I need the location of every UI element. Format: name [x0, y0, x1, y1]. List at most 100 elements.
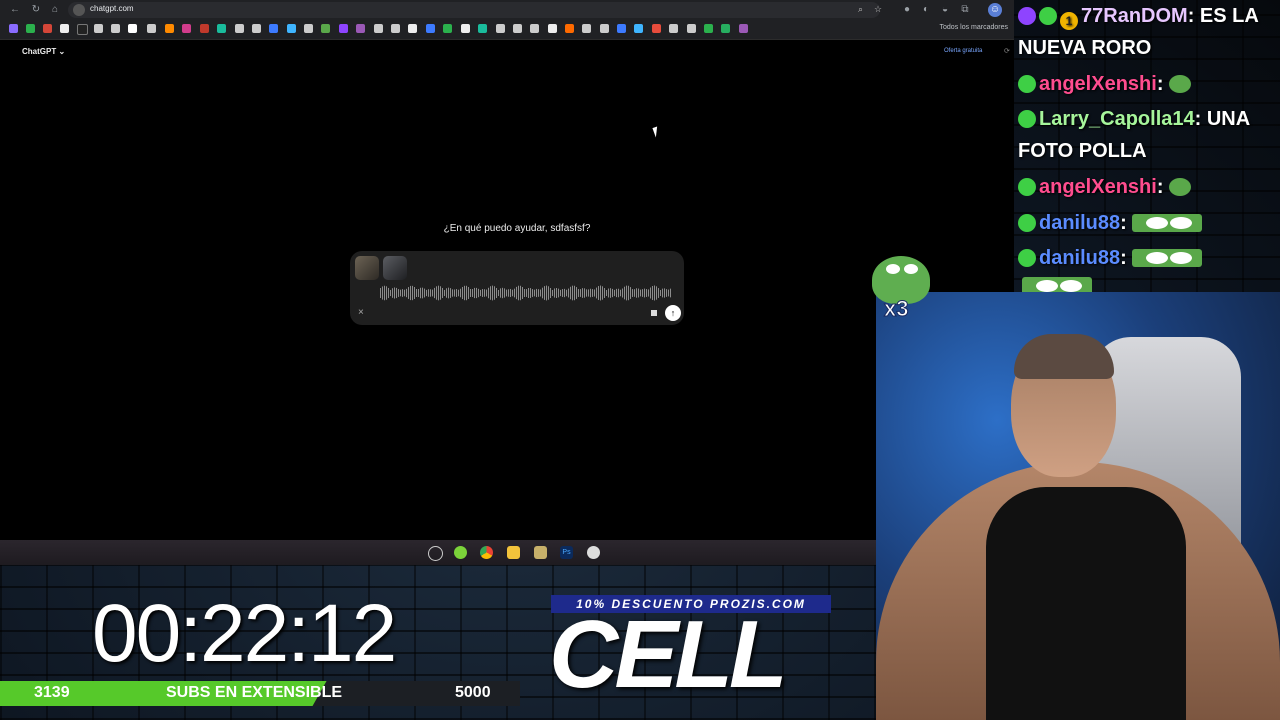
close-icon[interactable]: ⟳: [1004, 47, 1010, 55]
x-icon[interactable]: [60, 24, 69, 33]
bookmark-icon[interactable]: [217, 24, 226, 33]
streamer-tank-top: [986, 487, 1186, 720]
subs-goal-count: 5000: [455, 684, 491, 701]
extension-icon[interactable]: ●: [900, 3, 914, 17]
bookmark-icon[interactable]: [165, 24, 174, 33]
app-icon[interactable]: [454, 546, 467, 559]
chatgpt-page: ChatGPT ⌄ Oferta gratuita ⟳ ¿En qué pued…: [0, 40, 1014, 540]
extensions-puzzle-icon[interactable]: ⧉: [958, 3, 972, 17]
stream-chat-overlay: 1 77RanDOM: ES LA NUEVA RORO angelXenshi:…: [1014, 0, 1280, 292]
address-bar[interactable]: chatgpt.com ⌕ ☆: [68, 2, 882, 18]
bookmark-icon[interactable]: [565, 24, 574, 33]
bookmark-icon[interactable]: [530, 24, 539, 33]
sub-badge-icon: [1018, 7, 1036, 25]
app-icon[interactable]: [534, 546, 547, 559]
stop-recording-button[interactable]: [651, 310, 657, 316]
bookmark-icon[interactable]: [374, 24, 383, 33]
bookmark-icon[interactable]: [652, 24, 661, 33]
bookmark-icon[interactable]: [461, 24, 470, 33]
chat-message: 1 77RanDOM: ES LA NUEVA RORO: [1018, 0, 1280, 64]
tier-badge-icon: [1018, 214, 1036, 232]
model-selector[interactable]: ChatGPT ⌄: [22, 47, 65, 56]
chat-text: :: [1156, 73, 1164, 95]
gmail-icon[interactable]: [43, 24, 52, 33]
bookmark-icon[interactable]: [111, 24, 120, 33]
bookmark-icon[interactable]: [617, 24, 626, 33]
chat-text: :: [1120, 247, 1127, 269]
bookmark-icon[interactable]: [513, 24, 522, 33]
pepe-emote-icon: [1169, 75, 1192, 93]
bookmark-icon[interactable]: [600, 24, 609, 33]
bookmark-icon[interactable]: [356, 24, 365, 33]
chat-username: 77RanDOM: [1081, 5, 1188, 27]
file-explorer-icon[interactable]: [507, 546, 520, 559]
bookmark-icon[interactable]: [26, 24, 35, 33]
bookmark-icon[interactable]: [252, 24, 261, 33]
all-bookmarks-folder[interactable]: Todos los marcadores: [940, 24, 1008, 31]
streamer-hair: [1014, 334, 1114, 379]
instagram-icon[interactable]: [182, 24, 191, 33]
bookmark-icon[interactable]: [128, 24, 137, 33]
chat-message: angelXenshi:: [1018, 171, 1280, 203]
bookmark-icon[interactable]: [391, 24, 400, 33]
bookmark-icon[interactable]: [721, 24, 730, 33]
url-text: chatgpt.com: [90, 4, 134, 13]
bookmark-icon[interactable]: [287, 24, 296, 33]
home-icon[interactable]: ⌂: [48, 3, 62, 17]
bookmark-icon[interactable]: [269, 24, 278, 33]
chat-message: danilu88:: [1018, 207, 1280, 239]
eyes-emote-icon: [1132, 249, 1203, 267]
eyes-emote-icon: [1022, 277, 1092, 292]
tiktok-icon[interactable]: [77, 24, 88, 35]
chrome-icon[interactable]: [480, 546, 493, 559]
free-offer-link[interactable]: Oferta gratuita: [944, 48, 982, 54]
bookmark-icon[interactable]: [739, 24, 748, 33]
subs-goal-label: SUBS EN EXTENSIBLE: [166, 684, 343, 701]
chat-message: Larry_Capolla14: UNA FOTO POLLA: [1018, 103, 1280, 167]
attachment-thumbnail[interactable]: [383, 256, 407, 280]
mouse-cursor: [652, 126, 661, 138]
cancel-recording-icon[interactable]: ×: [358, 307, 364, 318]
bookmark-icon[interactable]: [548, 24, 557, 33]
attachment-thumbnail[interactable]: [355, 256, 379, 280]
bookmark-icon[interactable]: [304, 24, 313, 33]
photoshop-icon[interactable]: Ps: [560, 546, 573, 559]
bookmark-icon[interactable]: [704, 24, 713, 33]
twitch-icon[interactable]: [339, 24, 348, 33]
reload-icon[interactable]: ↻: [29, 3, 43, 17]
bookmark-icon[interactable]: [235, 24, 244, 33]
bookmark-icon[interactable]: [443, 24, 452, 33]
bookmark-icon[interactable]: [582, 24, 591, 33]
app-icon[interactable]: [587, 546, 600, 559]
voice-composer: × ↑: [350, 251, 684, 325]
bookmarks-bar: Todos los marcadores: [0, 20, 1014, 40]
bookmark-icon[interactable]: [426, 24, 435, 33]
site-info-icon[interactable]: [73, 4, 85, 16]
bookmark-star-icon[interactable]: ☆: [874, 4, 882, 15]
chat-username: angelXenshi: [1039, 73, 1157, 95]
bookmark-icon[interactable]: [147, 24, 156, 33]
windows-taskbar: Ps: [0, 540, 876, 565]
steam-icon[interactable]: [428, 546, 443, 561]
bookmark-icon[interactable]: [687, 24, 696, 33]
bookmark-icon[interactable]: [496, 24, 505, 33]
bookmark-icon[interactable]: [94, 24, 103, 33]
send-button[interactable]: ↑: [665, 305, 681, 321]
bookmark-icon[interactable]: [321, 24, 330, 33]
chat-username: danilu88: [1039, 247, 1121, 269]
bookmark-icon[interactable]: [200, 24, 209, 33]
bookmark-icon[interactable]: [408, 24, 417, 33]
extension-icon[interactable]: ◐: [919, 3, 933, 17]
extension-icon[interactable]: ◒: [938, 3, 952, 17]
profile-avatar[interactable]: ☺: [988, 3, 1002, 17]
sponsor-logo: CELL: [549, 601, 788, 708]
browser-window: ← ↻ ⌂ chatgpt.com ⌕ ☆ ● ◐ ◒ ⧉ ☺ Todos lo…: [0, 0, 1014, 565]
bookmark-icon[interactable]: [9, 24, 18, 33]
emote-combo-counter: x3: [883, 296, 909, 322]
tier-badge-icon: [1018, 178, 1036, 196]
bookmark-icon[interactable]: [478, 24, 487, 33]
bookmark-icon[interactable]: [669, 24, 678, 33]
bookmark-icon[interactable]: [634, 24, 643, 33]
back-icon[interactable]: ←: [8, 3, 22, 17]
zoom-icon[interactable]: ⌕: [858, 4, 863, 15]
